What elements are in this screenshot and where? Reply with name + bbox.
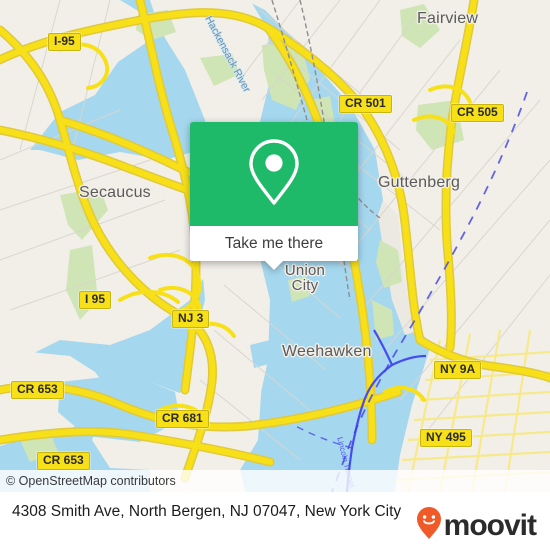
- highway-shield-cr653-upper: CR 653: [11, 381, 64, 399]
- take-me-there-button[interactable]: Take me there: [190, 226, 358, 261]
- map-attribution-bar: © OpenStreetMap contributors: [0, 470, 550, 492]
- highway-shield-ny495: NY 495: [420, 429, 472, 447]
- highway-shield-nj3: NJ 3: [172, 310, 210, 328]
- map-pin-icon: [246, 137, 302, 212]
- highway-shield-i95-south: I 95: [79, 291, 112, 309]
- callout-icon-panel: [190, 122, 358, 226]
- moovit-logo[interactable]: moovit: [416, 492, 550, 545]
- highway-shield-i95-north: I-95: [48, 33, 81, 51]
- highway-shield-cr501: CR 501: [339, 95, 392, 113]
- highway-shield-cr681: CR 681: [156, 410, 209, 428]
- highway-shield-cr505: CR 505: [451, 104, 504, 122]
- location-callout-card[interactable]: Take me there: [190, 122, 358, 270]
- take-me-there-label: Take me there: [224, 234, 324, 252]
- callout-pointer-tail: [265, 261, 283, 270]
- highway-shield-cr653-lower: CR 653: [37, 452, 90, 470]
- moovit-wordmark: moovit: [443, 508, 537, 542]
- highway-shield-ny9a: NY 9A: [434, 361, 482, 379]
- address-text: 4308 Smith Ave, North Bergen, NJ 07047, …: [12, 503, 402, 520]
- moovit-map-screenshot: Fairview Secaucus Guttenberg Weehawken U…: [0, 0, 550, 550]
- map-attribution-text[interactable]: © OpenStreetMap contributors: [0, 474, 176, 488]
- footer-bar: 4308 Smith Ave, North Bergen, NJ 07047, …: [0, 492, 550, 550]
- moovit-pin-smiley-icon: [416, 506, 442, 545]
